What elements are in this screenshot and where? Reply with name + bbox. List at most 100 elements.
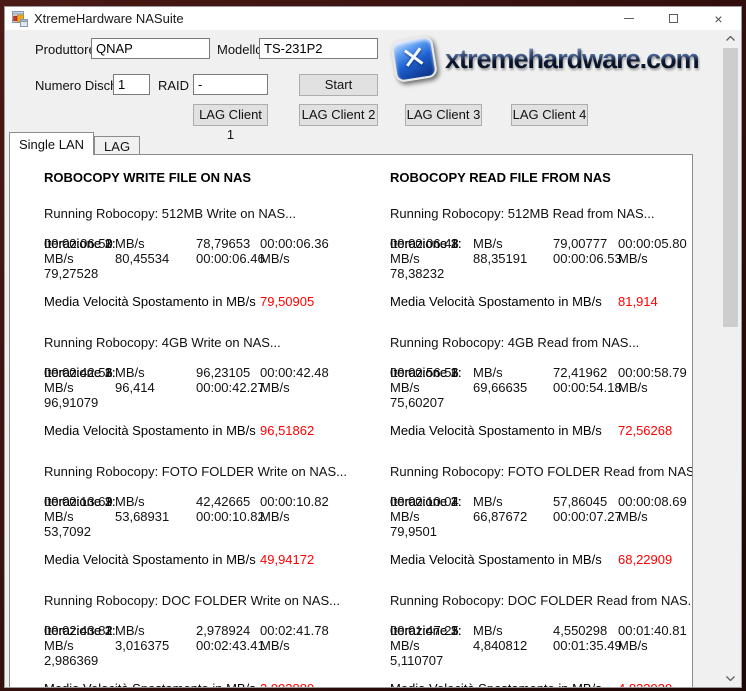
iteration-table: Iterazione 1:00:00:06.48MB/s79,00777Iter… [390,236,692,281]
iteration-speed: 79,27528 [44,266,115,281]
iteration-speed: 88,35191 [473,251,553,266]
running-status: Running Robocopy: 4GB Read from NAS... [390,335,692,351]
media-value: 2,993889 [260,681,314,688]
media-value: 49,94172 [260,552,314,568]
iteration-table: Iterazione 1:00:00:06.50MB/s78,79653Iter… [44,236,350,281]
vertical-scrollbar[interactable] [722,30,739,687]
iteration-unit: MB/s [473,365,553,380]
iteration-speed: 53,68931 [115,509,196,524]
media-label: Media Velocità Spostamento in MB/s [44,423,260,439]
scroll-down-arrow-icon[interactable] [722,670,739,687]
modello-input[interactable] [259,38,378,59]
media-label: Media Velocità Spostamento in MB/s [390,294,618,310]
iteration-unit: MB/s [390,380,473,395]
iteration-speed: 57,86045 [553,494,618,509]
iteration-unit: MB/s [618,638,692,653]
running-status: Running Robocopy: FOTO FOLDER Read from … [390,464,692,480]
app-window: XtremeHardware NASuite × Produttore Mode… [4,6,742,688]
tab-strip: Single LAN LAG [9,134,140,155]
iteration-label: Iterazione 3: [390,494,462,509]
lag-client-3-button[interactable]: LAG Client 3 [405,104,482,126]
iteration-unit: MB/s [473,494,553,509]
produttore-input[interactable] [91,38,210,59]
media-row: Media Velocità Spostamento in MB/s 81,91… [390,294,692,310]
close-icon: × [714,12,722,26]
iteration-label: Iterazione 3: [390,365,462,380]
iteration-unit: MB/s [44,509,115,524]
lag-client-2-button[interactable]: LAG Client 2 [299,104,378,126]
iteration-label: Iterazione 3: [390,623,462,638]
robocopy-test-section: Running Robocopy: FOTO FOLDER Write on N… [44,464,350,568]
iteration-table: Iterazione 1:00:00:56.56MB/s72,41962Iter… [390,365,692,410]
media-value: 81,914 [618,294,658,310]
iteration-unit: MB/s [390,251,473,266]
iteration-unit: MB/s [115,494,196,509]
iteration-unit: MB/s [44,380,115,395]
iteration-unit: MB/s [473,236,553,251]
numero-dischi-input[interactable] [113,74,150,95]
tab-single-lan[interactable]: Single LAN [9,132,94,155]
iteration-time: 00:00:06.46 [196,251,260,266]
robocopy-test-section: Running Robocopy: FOTO FOLDER Read from … [390,464,692,568]
iteration-unit: MB/s [260,638,350,653]
iteration-speed: 96,91079 [44,395,115,410]
iteration-speed: 78,38232 [390,266,473,281]
iteration-unit: MB/s [260,509,350,524]
maximize-icon [669,14,678,23]
iteration-speed: 3,016375 [115,638,196,653]
iteration-table: Iterazione 1:00:01:47.25MB/s4,550298Iter… [390,623,692,668]
modello-label: Modello [217,42,263,57]
lag-client-1-button[interactable]: LAG Client 1 [193,104,268,126]
media-value: 96,51862 [260,423,314,439]
media-label: Media Velocità Spostamento in MB/s [44,681,260,688]
media-row: Media Velocità Spostamento in MB/s 79,50… [44,294,350,310]
iteration-time: 00:00:54.18 [553,380,618,395]
minimize-button[interactable] [606,7,651,30]
start-button[interactable]: Start [299,74,378,96]
produttore-label: Produttore [35,42,96,57]
iteration-table: Iterazione 1:00:02:43.82MB/s2,978924Iter… [44,623,350,668]
robocopy-test-section: Running Robocopy: DOC FOLDER Write on NA… [44,593,350,688]
minimize-icon [624,18,634,19]
iteration-speed: 78,79653 [196,236,260,251]
scroll-up-arrow-icon[interactable] [722,30,739,47]
iteration-unit: MB/s [390,638,473,653]
close-button[interactable]: × [696,7,741,30]
running-status: Running Robocopy: 512MB Write on NAS... [44,206,350,222]
iteration-unit: MB/s [618,380,692,395]
robocopy-test-section: Running Robocopy: 512MB Write on NAS... … [44,206,350,310]
raid-input[interactable] [193,74,268,95]
iteration-speed: 96,414 [115,380,196,395]
iteration-speed: 96,23105 [196,365,260,380]
iteration-time: 00:00:06.36 [260,236,350,251]
iteration-time: 00:00:05.80 [618,236,692,251]
numero-dischi-label: Numero Dischi [35,78,120,93]
raid-label: RAID [158,78,189,93]
maximize-button[interactable] [651,7,696,30]
iteration-speed: 69,66635 [473,380,553,395]
iteration-speed: 42,42665 [196,494,260,509]
tab-lag[interactable]: LAG [94,136,140,155]
panel-header: ROBOCOPY WRITE FILE ON NAS [44,170,350,186]
media-row: Media Velocità Spostamento in MB/s 49,94… [44,552,350,568]
lag-client-4-button[interactable]: LAG Client 4 [511,104,588,126]
iteration-unit: MB/s [618,251,692,266]
iteration-time: 00:02:41.78 [260,623,350,638]
media-row: Media Velocità Spostamento in MB/s 4,833… [390,681,692,688]
logo-x-glyph: ✕ [399,42,429,76]
panel-header: ROBOCOPY READ FILE FROM NAS [390,170,692,186]
iteration-time: 00:00:42.27 [196,380,260,395]
media-label: Media Velocità Spostamento in MB/s [390,423,618,439]
iteration-unit: MB/s [618,509,692,524]
iteration-speed: 5,110707 [390,653,473,668]
scrollbar-thumb[interactable] [723,48,738,327]
iteration-speed: 72,41962 [553,365,618,380]
running-status: Running Robocopy: DOC FOLDER Read from N… [390,593,692,609]
media-value: 68,22909 [618,552,672,568]
robocopy-test-section: Running Robocopy: 512MB Read from NAS...… [390,206,692,310]
running-status: Running Robocopy: DOC FOLDER Write on NA… [44,593,350,609]
media-value: 79,50905 [260,294,314,310]
write-results-column: ROBOCOPY WRITE FILE ON NAS Running Roboc… [10,155,350,688]
iteration-speed: 2,986369 [44,653,115,668]
running-status: Running Robocopy: 512MB Read from NAS... [390,206,692,222]
